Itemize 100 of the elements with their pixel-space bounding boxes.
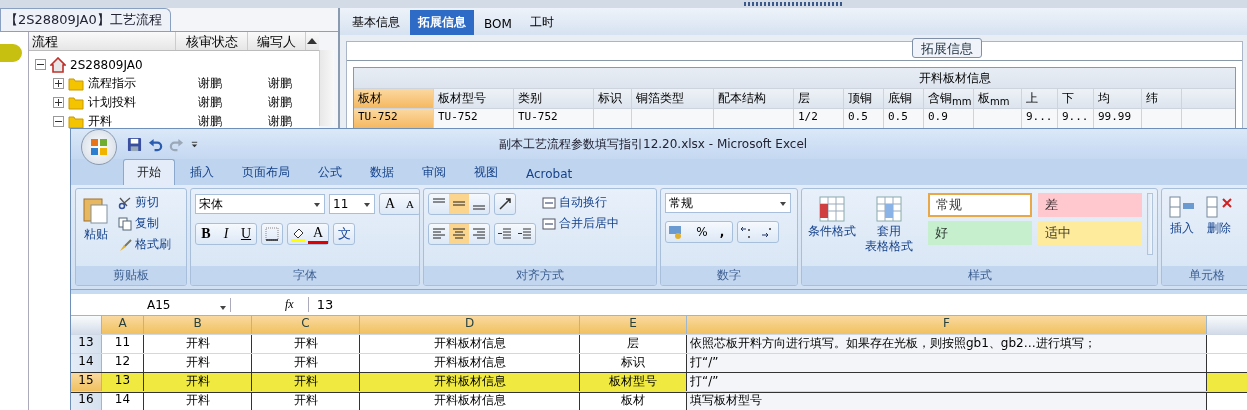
tab[interactable]: 拓展信息: [410, 10, 474, 35]
underline-button[interactable]: U: [236, 224, 256, 244]
percent-button[interactable]: %: [692, 222, 712, 242]
column-header[interactable]: 上: [1022, 89, 1058, 108]
customize-caret-icon[interactable]: [190, 139, 199, 149]
insert-function-button[interactable]: fx: [235, 297, 309, 313]
align-icon[interactable]: [449, 224, 469, 244]
sheet-cell[interactable]: 开料: [144, 335, 252, 353]
sheet-cell[interactable]: 13: [102, 373, 144, 391]
expand-icon[interactable]: [53, 78, 64, 89]
column-header[interactable]: 板材: [354, 89, 434, 108]
column-header[interactable]: C: [252, 316, 360, 334]
sheet-cell[interactable]: 开料: [144, 392, 252, 410]
collapse-icon[interactable]: [53, 116, 64, 127]
splitter-handle[interactable]: [743, 2, 844, 6]
sheet-cell[interactable]: 开料: [252, 373, 360, 391]
ribbon-button[interactable]: 条件格式: [806, 193, 858, 263]
italic-button[interactable]: I: [216, 224, 236, 244]
tab[interactable]: 基本信息: [344, 10, 408, 35]
column-header[interactable]: 含铜$_{mm}$: [924, 89, 974, 108]
ribbon-button[interactable]: 剪切: [117, 193, 172, 212]
column-header[interactable]: 下: [1058, 89, 1094, 108]
save-icon[interactable]: [127, 136, 142, 152]
gallery-scrollbar[interactable]: [1147, 193, 1153, 255]
column-header[interactable]: 流程: [29, 32, 177, 50]
cell-style[interactable]: 差: [1038, 193, 1142, 217]
column-header[interactable]: 板$_{mm}$: [974, 89, 1022, 108]
font-name-field[interactable]: 宋体: [195, 194, 325, 214]
ribbon-tab[interactable]: 视图: [461, 160, 511, 185]
tree-item[interactable]: 开料: [88, 113, 112, 130]
column-header[interactable]: 纬: [1142, 89, 1182, 108]
sheet-cell[interactable]: 开料板材信息: [360, 335, 580, 353]
ribbon-button[interactable]: 合并后居中: [541, 214, 620, 233]
office-button[interactable]: [81, 129, 117, 165]
grow-font-button[interactable]: A: [380, 194, 400, 214]
sheet-cell[interactable]: 开料: [144, 373, 252, 391]
cell-style[interactable]: 适中: [1038, 221, 1142, 245]
column-header[interactable]: A: [102, 316, 144, 334]
tab[interactable]: 工时: [521, 10, 562, 35]
column-header[interactable]: D: [360, 316, 580, 334]
formula-field[interactable]: 13: [312, 297, 334, 313]
sheet-cell[interactable]: 打“/”: [687, 354, 1207, 372]
comma-button[interactable]: ,: [712, 222, 732, 242]
sheet-cell[interactable]: 打“/”: [687, 373, 1207, 391]
ribbon-tab[interactable]: 公式: [305, 160, 355, 185]
number-format-field[interactable]: 常规: [665, 193, 791, 213]
tree-item[interactable]: 流程指示: [88, 75, 136, 92]
column-header[interactable]: 层: [794, 89, 844, 108]
phonetic-button[interactable]: 文: [334, 224, 354, 244]
sheet-cell[interactable]: 11: [102, 335, 144, 353]
ribbon-button[interactable]: 格式刷: [117, 235, 172, 254]
paste-button[interactable]: 粘贴: [80, 193, 112, 263]
ribbon-tab[interactable]: 插入: [177, 160, 227, 185]
shrink-font-button[interactable]: A: [400, 194, 419, 214]
tab[interactable]: BOM: [476, 13, 520, 35]
column-header[interactable]: E: [580, 316, 687, 334]
scrollbar[interactable]: [319, 50, 334, 126]
ribbon-tab[interactable]: 数据: [357, 160, 407, 185]
column-header[interactable]: 编写人: [248, 32, 306, 50]
undo-icon[interactable]: [148, 136, 163, 152]
ribbon-tab[interactable]: 页面布局: [229, 160, 303, 185]
column-header[interactable]: 标识: [594, 89, 632, 108]
expand-icon[interactable]: [53, 97, 64, 108]
row-header[interactable]: 15: [71, 373, 102, 391]
tree-item[interactable]: 2S28809JA0: [70, 57, 143, 72]
ribbon-button[interactable]: 自动换行: [541, 193, 620, 212]
ribbon-tab[interactable]: 开始: [123, 159, 175, 185]
column-header[interactable]: 配本结构: [714, 89, 794, 108]
sheet-cell[interactable]: 14: [102, 392, 144, 410]
sheet-cell[interactable]: 开料板材信息: [360, 392, 580, 410]
column-header[interactable]: B: [144, 316, 252, 334]
font-size-field[interactable]: 11: [329, 194, 375, 214]
column-header[interactable]: 板材型号: [434, 89, 514, 108]
panel-tab[interactable]: 【2S28809JA0】工艺流程: [0, 8, 171, 31]
sheet-cell[interactable]: 开料板材信息: [360, 373, 580, 391]
cell-style[interactable]: 常规: [928, 193, 1032, 217]
row-header[interactable]: 14: [71, 354, 102, 372]
border-icon[interactable]: [262, 224, 282, 244]
column-header[interactable]: 底铜: [884, 89, 924, 108]
column-header[interactable]: 顶铜: [844, 89, 884, 108]
column-header[interactable]: 类别: [514, 89, 594, 108]
ribbon-button[interactable]: 插入: [1166, 193, 1198, 263]
column-header[interactable]: 均: [1094, 89, 1142, 108]
row-header[interactable]: 13: [71, 335, 102, 353]
column-header[interactable]: 铜箔类型: [632, 89, 714, 108]
sheet-cell[interactable]: 开料: [252, 335, 360, 353]
column-header[interactable]: 核审状态: [176, 32, 249, 50]
column-header[interactable]: F: [687, 316, 1207, 334]
collapse-icon[interactable]: [35, 59, 46, 70]
ribbon-tab[interactable]: Acrobat: [513, 163, 586, 185]
sheet-cell[interactable]: 依照芯板开料方向进行填写。如果存在光板，则按照gb1、gb2…进行填写；: [687, 335, 1207, 353]
sheet-cell[interactable]: 开料: [252, 392, 360, 410]
ribbon-button[interactable]: 复制: [117, 214, 172, 233]
cell-style[interactable]: 好: [928, 221, 1032, 245]
name-box[interactable]: A15: [71, 297, 231, 312]
scroll-up-icon[interactable]: [307, 38, 318, 44]
ribbon-button[interactable]: 删除: [1203, 193, 1235, 263]
align-icon[interactable]: [449, 194, 469, 214]
bold-button[interactable]: B: [196, 224, 216, 244]
ribbon-button[interactable]: 套用 表格格式: [863, 193, 915, 263]
